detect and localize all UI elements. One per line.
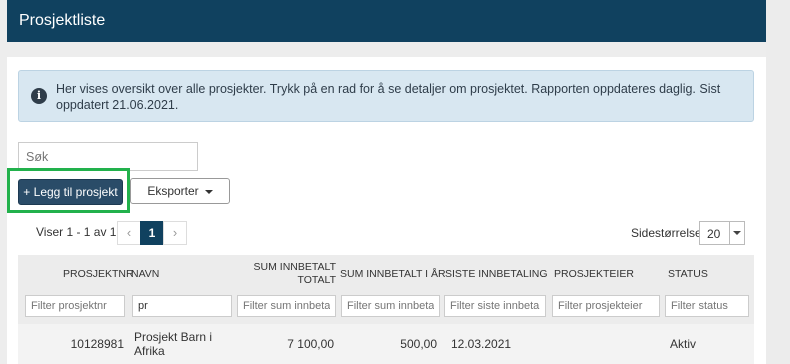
- chevron-down-icon[interactable]: [729, 222, 744, 244]
- content-card: i Her vises oversikt over alle prosjekte…: [7, 57, 766, 364]
- info-text: Her vises oversikt over alle prosjekter.…: [56, 82, 721, 112]
- column-header-navn[interactable]: NAVN: [131, 268, 159, 281]
- next-page-button[interactable]: ›: [163, 221, 187, 245]
- cell-sum-totalt: 7 100,00: [287, 337, 334, 351]
- page-size-label: Sidestørrelse:: [631, 226, 706, 240]
- column-header-prosjekteier[interactable]: PROSJEKTEIER: [554, 268, 634, 281]
- cell-status: Aktiv: [670, 337, 697, 351]
- caret-down-icon: [204, 189, 213, 194]
- column-header-sum-totalt[interactable]: SUM INNBETALT TOTALT: [245, 261, 336, 287]
- result-count: Viser 1 - 1 av 1: [36, 225, 117, 239]
- table-row[interactable]: 10128981 Prosjekt Barn i Afrika 7 100,00…: [18, 324, 754, 364]
- column-header-siste-innbetaling[interactable]: SISTE INNBETALING: [445, 268, 548, 281]
- info-icon: i: [31, 88, 47, 104]
- export-label: Eksporter: [147, 184, 199, 198]
- export-button[interactable]: Eksporter: [130, 178, 230, 204]
- cell-navn-line2: Afrika: [134, 344, 165, 358]
- filter-sum-i-ar[interactable]: [341, 295, 440, 317]
- filter-prosjekteier[interactable]: [552, 295, 660, 317]
- filter-siste-innbetaling[interactable]: [444, 295, 546, 317]
- column-header-sum-totalt-line2: TOTALT: [297, 274, 336, 286]
- column-header-prosjektnr[interactable]: PROSJEKTNR: [63, 268, 134, 281]
- cell-navn-line1: Prosjekt Barn i: [134, 330, 213, 344]
- column-header-sum-i-ar[interactable]: SUM INNBETALT I ÅR: [340, 268, 446, 281]
- page-title: Prosjektliste: [19, 12, 106, 29]
- info-alert: i Her vises oversikt over alle prosjekte…: [18, 70, 754, 122]
- search-input[interactable]: [18, 142, 198, 171]
- page-size-select[interactable]: 20: [699, 221, 745, 245]
- filter-status[interactable]: [665, 295, 749, 317]
- page-button-current[interactable]: 1: [140, 221, 164, 245]
- add-project-button[interactable]: + Legg til prosjekt: [18, 179, 123, 205]
- filter-prosjektnr[interactable]: [25, 295, 125, 317]
- page-size-value: 20: [707, 227, 721, 241]
- column-header-status[interactable]: STATUS: [668, 268, 708, 281]
- page-scroll-area: [766, 0, 790, 364]
- filter-navn[interactable]: [132, 295, 232, 317]
- prev-page-button[interactable]: ‹: [117, 221, 141, 245]
- cell-siste-innbetaling: 12.03.2021: [451, 337, 512, 351]
- cell-navn: Prosjekt Barn i Afrika: [134, 330, 212, 358]
- column-header-sum-totalt-line1: SUM INNBETALT: [253, 261, 336, 273]
- project-table: PROSJEKTNR NAVN SUM INNBETALT TOTALT SUM…: [18, 255, 754, 364]
- cell-prosjektnr: 10128981: [70, 337, 124, 351]
- filter-sum-totalt[interactable]: [237, 295, 336, 317]
- header-bar: Prosjektliste: [7, 0, 766, 42]
- pagination: ‹ 1 ›: [117, 221, 187, 245]
- cell-sum-i-ar: 500,00: [400, 337, 437, 351]
